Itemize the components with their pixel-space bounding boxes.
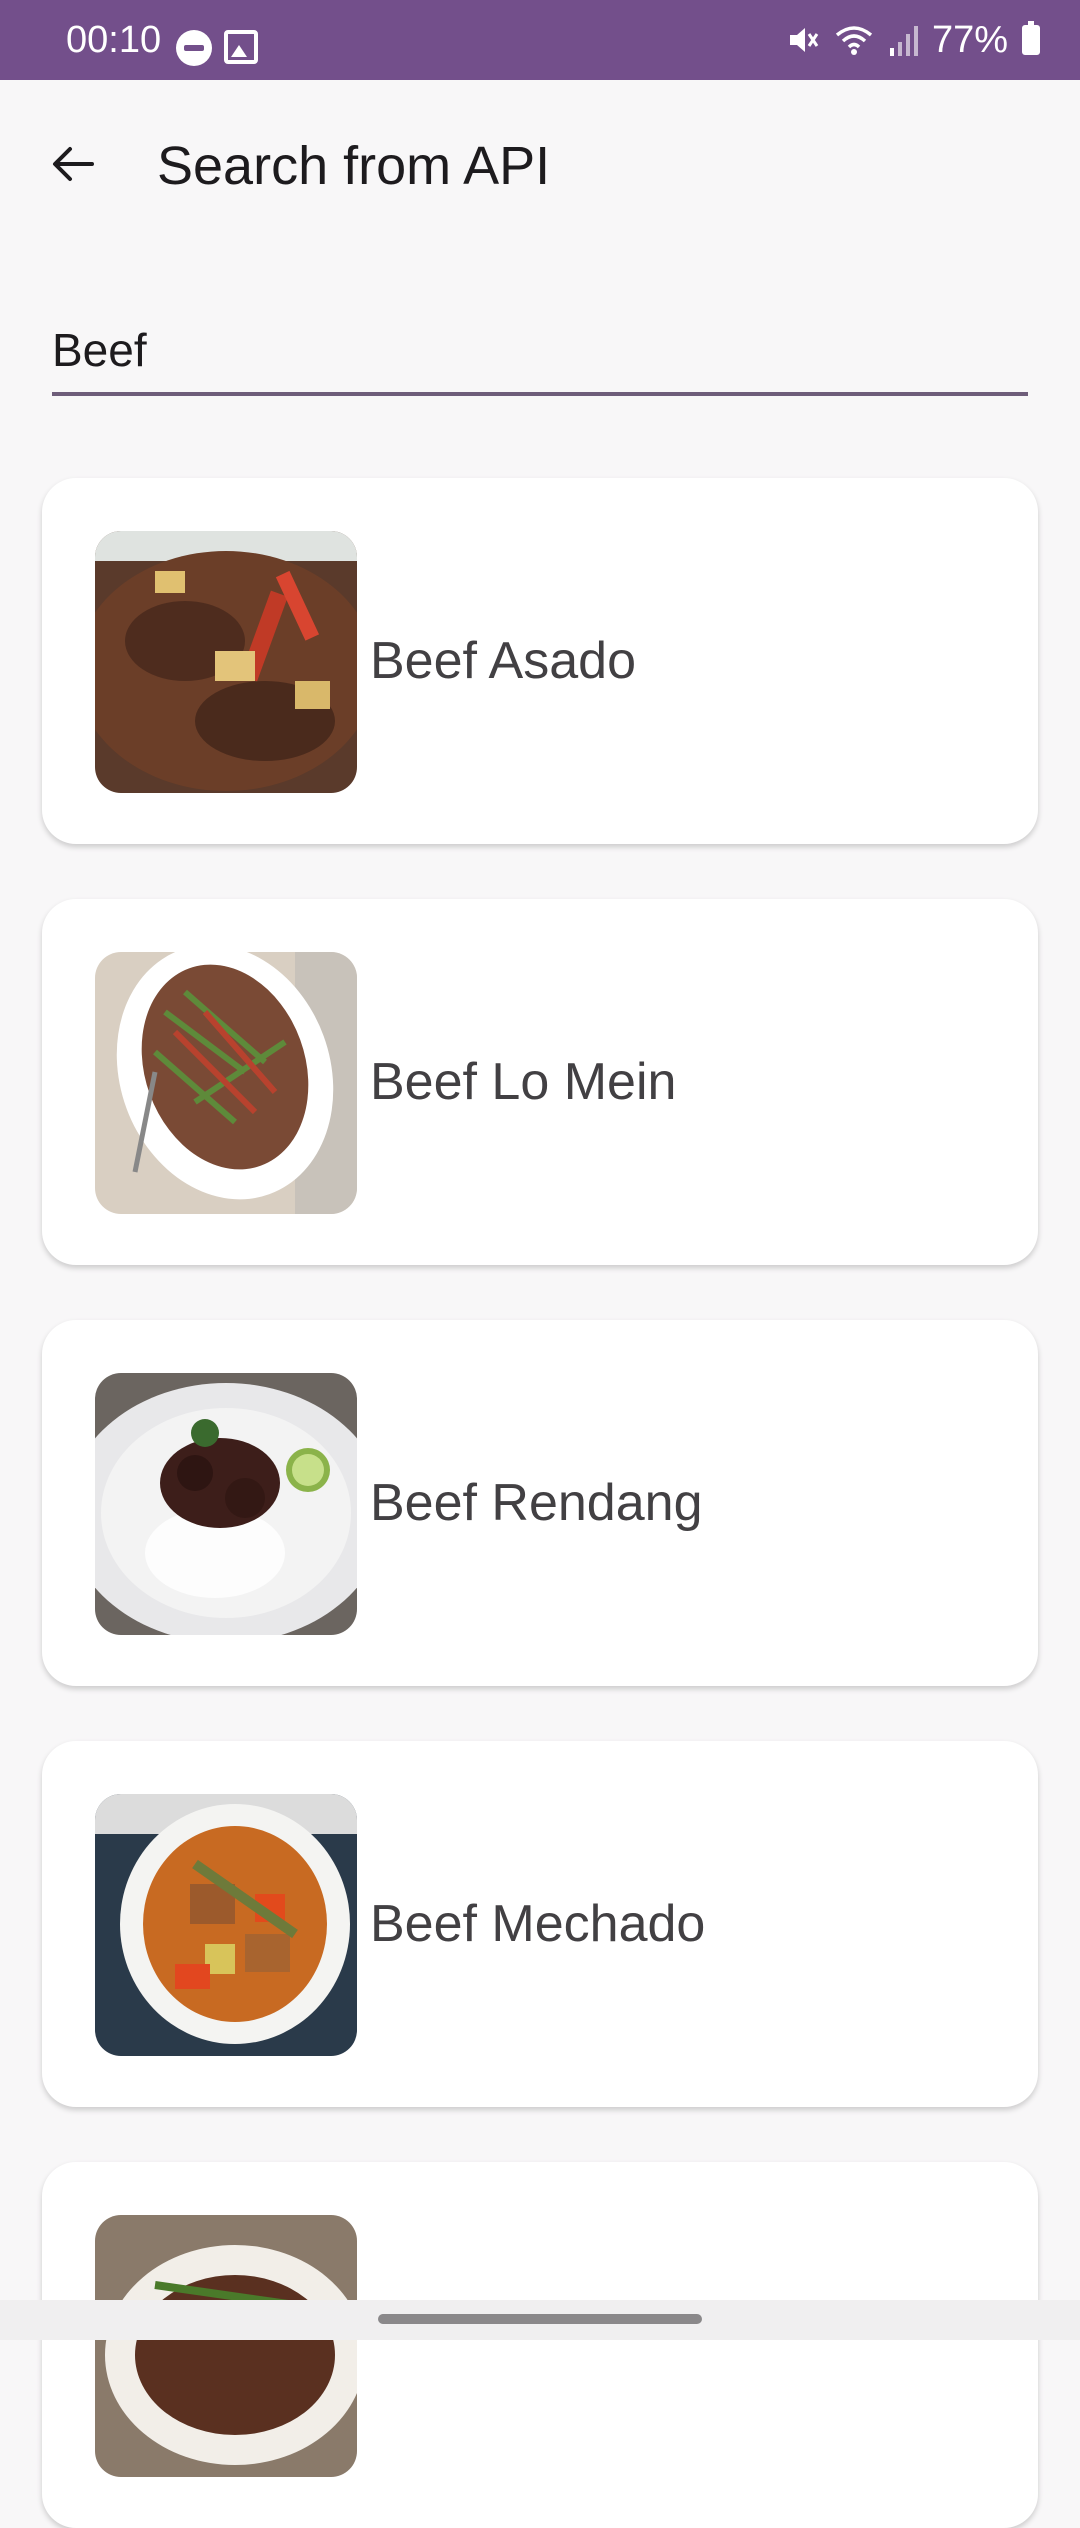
result-card[interactable]: Beef Asado bbox=[42, 478, 1038, 844]
search-field[interactable] bbox=[52, 318, 1028, 396]
meal-thumbnail bbox=[95, 1373, 357, 1635]
result-card[interactable]: Beef Mechado bbox=[42, 1741, 1038, 2107]
status-left-icons bbox=[176, 30, 258, 66]
wifi-icon bbox=[834, 23, 874, 57]
status-right-icons: 77% bbox=[786, 20, 1040, 60]
result-card[interactable]: Beef Lo Mein bbox=[42, 899, 1038, 1265]
app-bar: Search from API bbox=[0, 80, 1080, 256]
back-button[interactable] bbox=[40, 132, 104, 196]
result-card[interactable] bbox=[42, 2162, 1038, 2528]
status-bar: 00:10 77% bbox=[0, 0, 1080, 80]
meal-thumbnail bbox=[95, 952, 357, 1214]
meal-title: Beef Lo Mein bbox=[370, 1053, 677, 1111]
status-time: 00:10 bbox=[66, 19, 162, 61]
result-card[interactable]: Beef Rendang bbox=[42, 1320, 1038, 1686]
do-not-disturb-icon bbox=[176, 30, 212, 66]
signal-icon bbox=[888, 24, 918, 56]
meal-thumbnail bbox=[95, 2215, 357, 2477]
search-input[interactable] bbox=[52, 318, 1028, 382]
meal-thumbnail bbox=[95, 531, 357, 793]
home-indicator[interactable] bbox=[378, 2314, 702, 2324]
meal-title: Beef Asado bbox=[370, 632, 636, 690]
battery-icon bbox=[1022, 21, 1040, 55]
mute-icon bbox=[786, 23, 820, 57]
gallery-icon bbox=[224, 30, 258, 64]
arrow-left-icon bbox=[53, 147, 94, 181]
meal-title: Beef Rendang bbox=[370, 1474, 703, 1532]
page-title: Search from API bbox=[157, 136, 551, 196]
meal-title: Beef Mechado bbox=[370, 1895, 706, 1953]
meal-thumbnail bbox=[95, 1794, 357, 2056]
battery-percent: 77% bbox=[931, 19, 1008, 61]
